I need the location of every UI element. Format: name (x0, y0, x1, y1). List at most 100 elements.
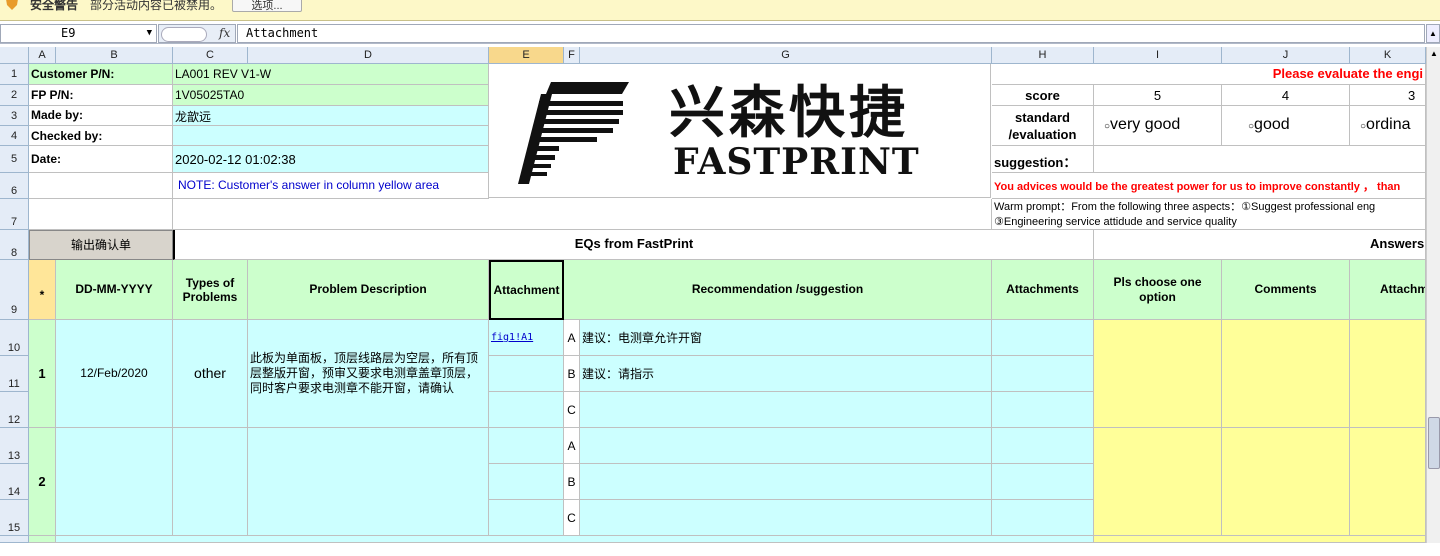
customer-pn-value[interactable]: LA001 REV V1-W (173, 64, 489, 85)
attachment-cell[interactable] (489, 356, 564, 392)
standard-label-line1: standard (1015, 110, 1070, 125)
fp-pn-value[interactable]: 1V05025TA0 (173, 85, 489, 106)
column-header-f[interactable]: F (564, 47, 580, 64)
row-header[interactable]: 14 (0, 464, 29, 500)
column-header-b[interactable]: B (56, 47, 173, 64)
next-row-cell[interactable] (29, 536, 56, 543)
row-header[interactable]: 1 (0, 64, 29, 85)
recommendation-text[interactable] (580, 428, 992, 464)
column-header-g[interactable]: G (580, 47, 992, 64)
options-button[interactable]: 选项... (232, 0, 302, 12)
eq-type[interactable] (173, 428, 248, 536)
standard-label: standard/evaluation (992, 106, 1094, 146)
row-header[interactable]: 11 (0, 356, 29, 392)
column-header-e[interactable]: E (489, 47, 564, 64)
column-header-d[interactable]: D (248, 47, 489, 64)
empty-cell[interactable] (173, 199, 992, 230)
row-header[interactable]: 10 (0, 320, 29, 356)
row-header[interactable]: 13 (0, 428, 29, 464)
fx-icon[interactable]: fx (219, 26, 230, 40)
column-header-k[interactable]: K (1350, 47, 1426, 64)
answer-attachment-cell[interactable] (1350, 320, 1426, 428)
attachment-cell[interactable] (489, 392, 564, 428)
choose-option-cell[interactable] (1094, 428, 1222, 536)
attachment-cell[interactable] (489, 428, 564, 464)
row-header[interactable]: 4 (0, 126, 29, 146)
date-label: Date: (29, 146, 173, 173)
attachments-cell[interactable] (992, 464, 1094, 500)
row-header[interactable]: 9 (0, 260, 29, 320)
option-good[interactable]: ○good (1222, 106, 1350, 146)
expand-formula-bar-icon[interactable]: ▲ (1426, 24, 1440, 43)
header-date: DD-MM-YYYY (56, 260, 173, 320)
option-very-good-label: very good (1110, 116, 1181, 133)
empty-cell[interactable] (29, 199, 173, 230)
row-header[interactable]: 6 (0, 173, 29, 199)
made-by-value[interactable]: 龙歆远 (173, 106, 489, 126)
export-confirmation-button[interactable]: 输出确认单 (29, 230, 173, 260)
column-header-a[interactable]: A (29, 47, 56, 64)
next-row-cell[interactable] (56, 536, 1094, 543)
row-header[interactable] (0, 536, 29, 543)
eq-description[interactable]: 此板为单面板，顶层线路层为空层，所有顶层整版开窗，预审又要求电测章盖章顶层，同时… (248, 320, 489, 428)
customer-pn-label: Customer P/N: (29, 64, 173, 85)
row-header[interactable]: 2 (0, 85, 29, 106)
eq-number: 2 (29, 428, 56, 536)
attachments-cell[interactable] (992, 392, 1094, 428)
attachments-cell[interactable] (992, 320, 1094, 356)
attachments-cell[interactable] (992, 356, 1094, 392)
column-header-j[interactable]: J (1222, 47, 1350, 64)
answer-attachment-cell[interactable] (1350, 428, 1426, 536)
chevron-down-icon[interactable]: ▼ (147, 25, 152, 42)
option-letter: B (564, 356, 580, 392)
score-4: 4 (1222, 85, 1350, 106)
row-header[interactable]: 15 (0, 500, 29, 536)
eq-description[interactable] (248, 428, 489, 536)
recommendation-text[interactable]: 建议：电测章允许开窗 (580, 320, 992, 356)
row-header[interactable]: 8 (0, 230, 29, 260)
column-header-i[interactable]: I (1094, 47, 1222, 64)
attachment-cell[interactable] (489, 464, 564, 500)
row-header[interactable]: 7 (0, 199, 29, 230)
attachment-link[interactable]: fig1!A1 (489, 320, 564, 356)
comments-cell[interactable] (1222, 428, 1350, 536)
eq-date[interactable] (56, 428, 173, 536)
row-header[interactable]: 5 (0, 146, 29, 173)
row-header[interactable]: 12 (0, 392, 29, 428)
suggestion-input[interactable] (1094, 146, 1426, 173)
select-all-corner[interactable] (0, 47, 29, 64)
recommendation-text[interactable] (580, 500, 992, 536)
empty-cell[interactable] (29, 173, 173, 199)
evaluation-title: Please evaluate the engi (992, 64, 1426, 85)
column-header-h[interactable]: H (992, 47, 1094, 64)
choose-option-cell[interactable] (1094, 320, 1222, 428)
column-header-c[interactable]: C (173, 47, 248, 64)
date-value[interactable]: 2020-02-12 01:02:38 (173, 146, 489, 173)
fp-pn-label: FP P/N: (29, 85, 173, 106)
next-row-cell[interactable] (1094, 536, 1426, 543)
option-very-good[interactable]: ○very good (1094, 106, 1222, 146)
warm-prompt: Warm prompt：From the following three asp… (992, 199, 1426, 230)
checked-by-value[interactable] (173, 126, 489, 146)
formula-bar-size-handle[interactable] (161, 27, 207, 42)
attachments-cell[interactable] (992, 500, 1094, 536)
comments-cell[interactable] (1222, 320, 1350, 428)
eq-date[interactable]: 12/Feb/2020 (56, 320, 173, 428)
eq-type[interactable]: other (173, 320, 248, 428)
recommendation-text[interactable] (580, 464, 992, 500)
scroll-thumb[interactable] (1428, 417, 1440, 469)
formula-input[interactable]: Attachment (237, 24, 1425, 43)
header-attachment-selected[interactable]: Attachment (489, 260, 564, 320)
attachment-cell[interactable] (489, 500, 564, 536)
logo-chinese-text: 兴森快捷 (669, 81, 909, 146)
option-ordinary[interactable]: ○ordina (1350, 106, 1426, 146)
scroll-up-icon[interactable]: ▲ (1428, 47, 1440, 61)
row-header[interactable]: 3 (0, 106, 29, 126)
recommendation-text[interactable]: 建议：请指示 (580, 356, 992, 392)
name-box[interactable]: E9 ▼ (0, 24, 157, 43)
security-title: 安全警告 (30, 0, 79, 12)
attachments-cell[interactable] (992, 428, 1094, 464)
recommendation-text[interactable] (580, 392, 992, 428)
vertical-scrollbar[interactable]: ▲ (1426, 47, 1440, 543)
option-letter: A (564, 320, 580, 356)
